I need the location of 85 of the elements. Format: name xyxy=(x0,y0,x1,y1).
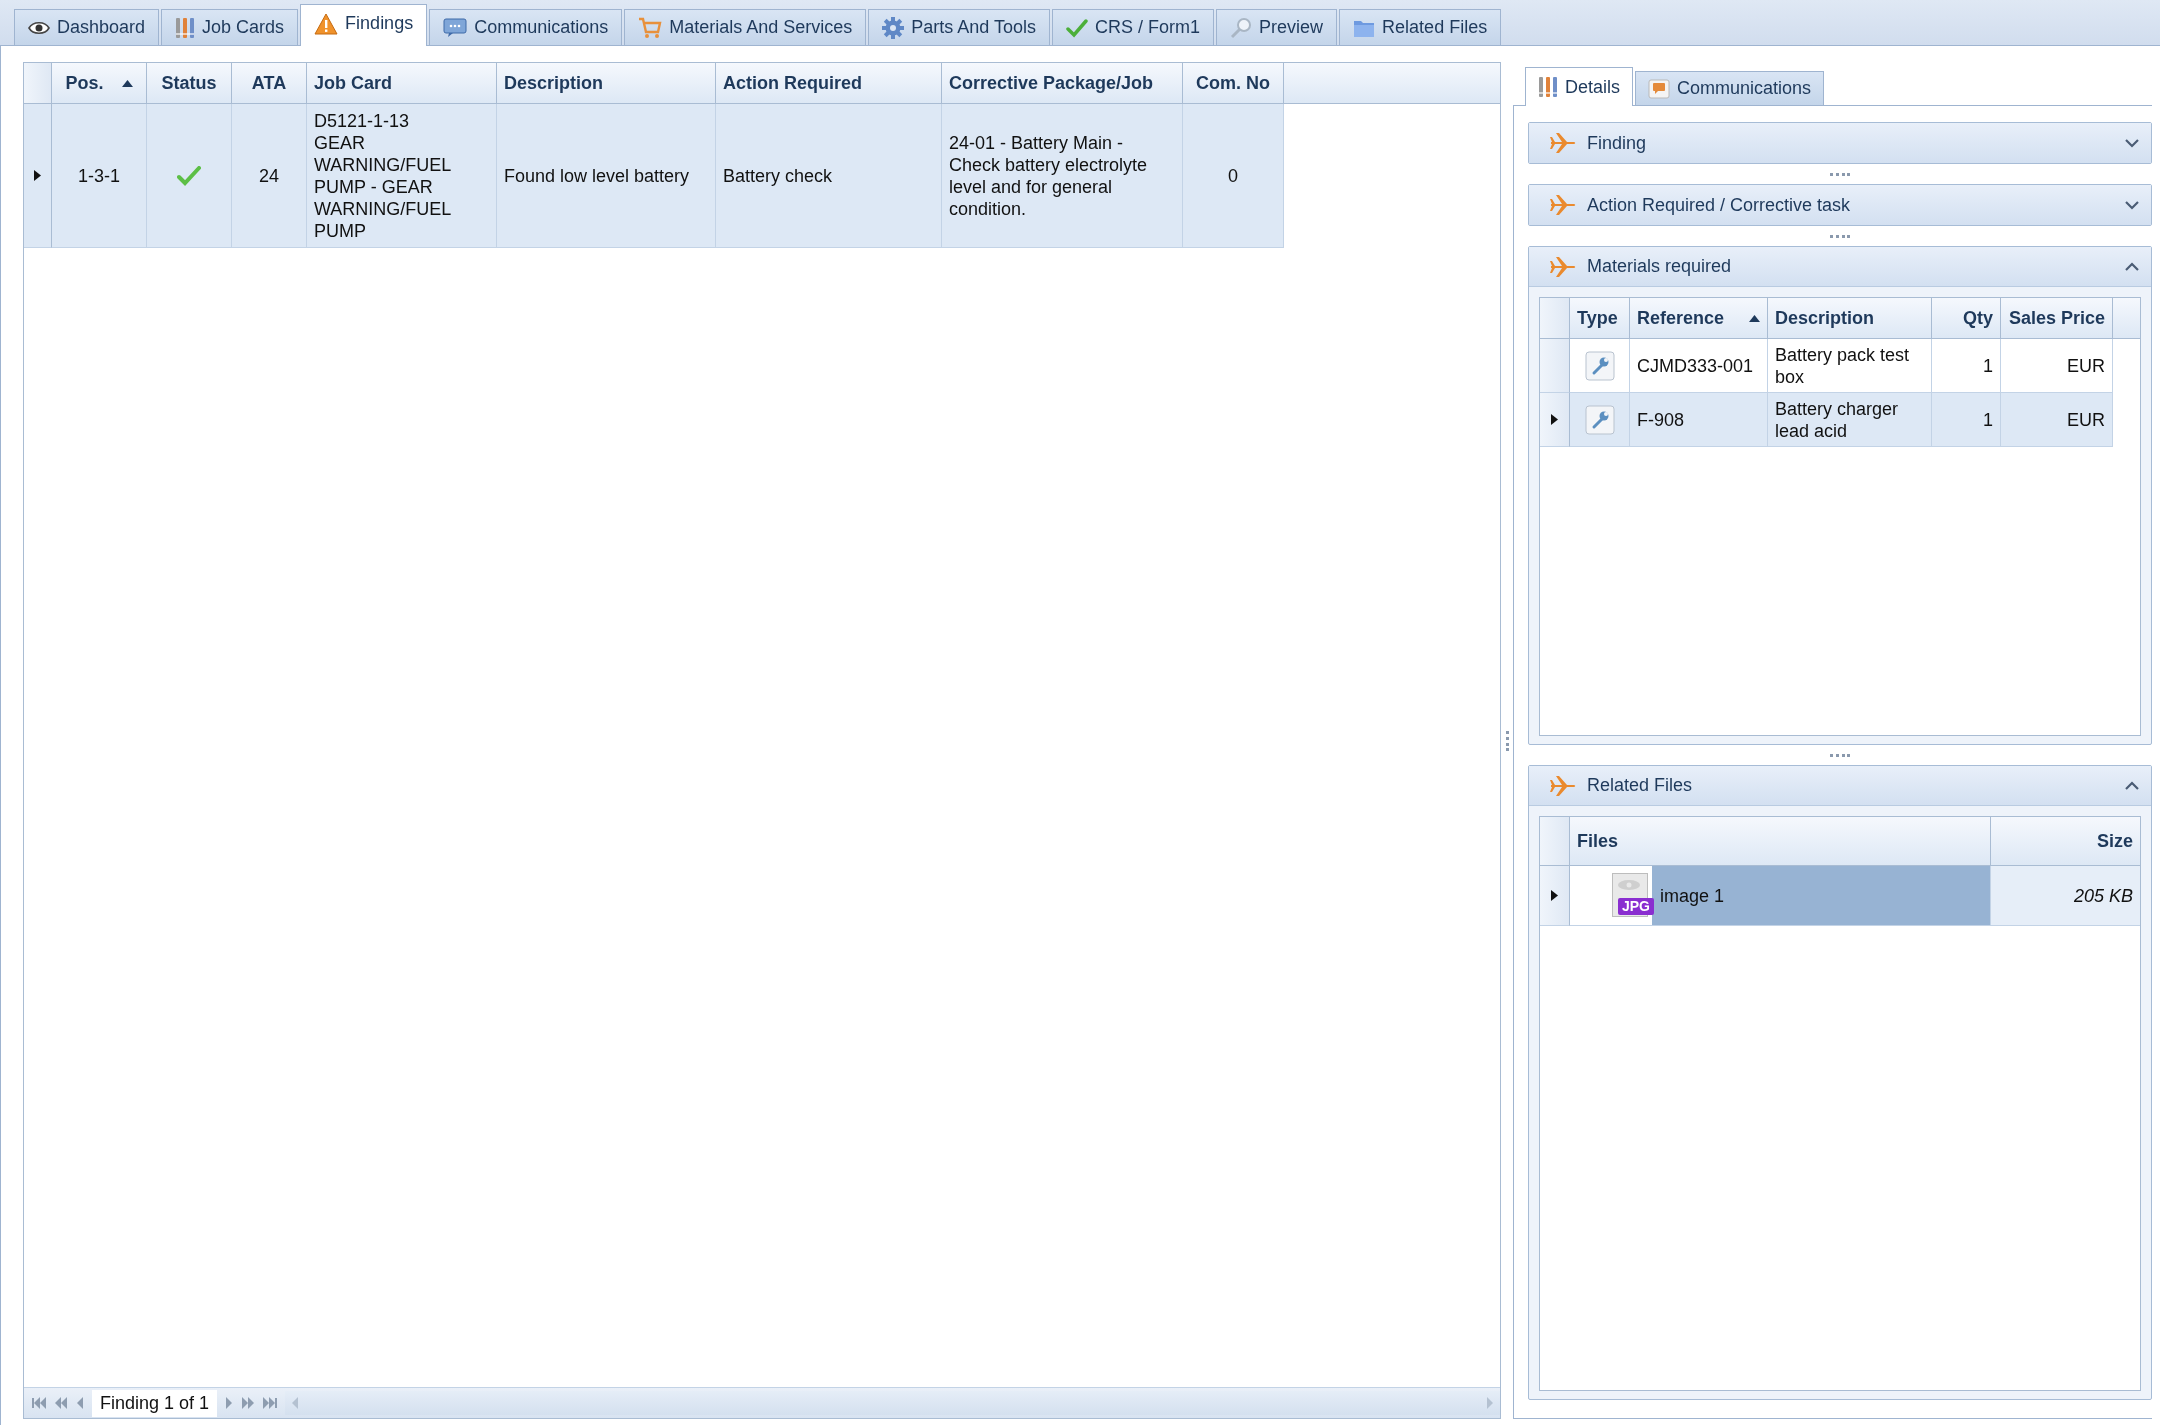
table-cell: 205 KB xyxy=(1991,866,2140,926)
sort-ascending-icon xyxy=(121,79,133,87)
warning-icon xyxy=(314,12,339,35)
next-page-button[interactable] xyxy=(241,1397,256,1409)
plane-icon xyxy=(1549,773,1577,798)
table-cell: F-908 xyxy=(1630,393,1768,447)
column-header: Size xyxy=(2095,829,2134,853)
current-row-icon xyxy=(1551,414,1558,425)
tab[interactable]: CRS / Form1 xyxy=(1052,9,1215,45)
column-header: Files xyxy=(1570,817,1991,865)
current-row-icon xyxy=(1551,890,1558,901)
splitter-grip[interactable] xyxy=(1505,730,1509,751)
search-icon xyxy=(1230,16,1253,39)
books-icon xyxy=(1538,76,1558,98)
plane-icon xyxy=(1549,131,1577,155)
last-page-button[interactable] xyxy=(263,1397,278,1409)
column-header[interactable]: Job Card xyxy=(307,63,497,103)
tab[interactable]: Job Cards xyxy=(161,9,299,45)
panel-header[interactable]: Related Files xyxy=(1529,766,2151,806)
column-header[interactable]: Description xyxy=(497,63,716,103)
next-button[interactable] xyxy=(225,1397,234,1409)
table-cell: Found low level battery xyxy=(497,104,716,248)
chat-icon xyxy=(443,17,468,38)
first-page-button[interactable] xyxy=(32,1397,46,1409)
column-header[interactable]: Qty xyxy=(1932,298,2001,338)
resize-grip[interactable] xyxy=(1830,753,1850,757)
table-cell: Battery pack test box xyxy=(1768,339,1932,393)
table-cell: 1 xyxy=(1932,339,2001,393)
previous-page-button[interactable] xyxy=(54,1397,68,1409)
check-icon xyxy=(1066,17,1089,38)
resize-grip[interactable] xyxy=(1830,172,1850,176)
eye-icon xyxy=(28,19,50,36)
panel-header[interactable]: Action Required / Corrective task xyxy=(1529,185,2151,225)
tab[interactable]: Parts And Tools xyxy=(868,9,1051,45)
plane-icon xyxy=(1549,254,1577,279)
tab[interactable]: Dashboard xyxy=(14,9,160,45)
table-cell: EUR xyxy=(2001,393,2113,447)
tab[interactable]: Materials And Services xyxy=(624,9,867,45)
expand-icon[interactable] xyxy=(2125,200,2139,210)
table-cell: 0 xyxy=(1183,104,1284,248)
column-header[interactable]: ATA xyxy=(232,63,307,103)
column-header[interactable]: Pos. xyxy=(52,63,147,103)
table-cell: D5121-1-13 GEAR WARNING/FUEL PUMP - GEAR WARNING/FUEL PUMP xyxy=(307,104,497,248)
column-header[interactable]: Sales Price xyxy=(2001,298,2113,338)
tab[interactable]: Preview xyxy=(1216,9,1338,45)
column-header[interactable]: Description xyxy=(1768,298,1932,338)
table-cell: Battery charger lead acid xyxy=(1768,393,1932,447)
wrench-icon[interactable] xyxy=(1584,404,1615,435)
record-counter: Finding 1 of 1 xyxy=(92,1389,218,1417)
current-row-icon xyxy=(34,170,41,181)
file-type-badge: JPG xyxy=(1618,897,1654,915)
table-cell: 1 xyxy=(1932,393,2001,447)
tab[interactable]: Communications xyxy=(1635,71,1825,105)
collapse-icon[interactable] xyxy=(2125,262,2139,271)
table-cell: 24 xyxy=(232,104,307,248)
tab[interactable]: Related Files xyxy=(1339,9,1502,45)
expand-icon[interactable] xyxy=(2125,138,2139,148)
scroll-right-icon[interactable] xyxy=(1486,1397,1494,1409)
wrench-icon[interactable] xyxy=(1584,350,1615,381)
collapse-icon[interactable] xyxy=(2125,781,2139,790)
tab[interactable]: Findings xyxy=(300,4,428,46)
cart-icon xyxy=(638,16,663,39)
books-icon xyxy=(175,16,196,39)
sort-ascending-icon xyxy=(1749,314,1760,322)
file-name[interactable]: image 1 xyxy=(1652,866,1990,925)
column-header[interactable]: Com. No xyxy=(1183,63,1284,103)
column-header[interactable]: Type xyxy=(1570,298,1630,338)
panel-header[interactable]: Materials required xyxy=(1529,247,2151,287)
table-cell: EUR xyxy=(2001,339,2113,393)
panel-header[interactable]: Finding xyxy=(1529,123,2151,163)
column-header[interactable]: Status xyxy=(147,63,232,103)
table-cell: CJMD333-001 xyxy=(1630,339,1768,393)
table-cell: 24-01 - Battery Main - Check battery electrolyte level and for general condition. xyxy=(942,104,1183,248)
speech-bubble-icon xyxy=(1648,78,1671,99)
tab[interactable]: Communications xyxy=(429,9,623,45)
column-header[interactable]: Corrective Package/Job xyxy=(942,63,1183,103)
tab[interactable]: Details xyxy=(1525,67,1634,106)
table-cell: Battery check xyxy=(716,104,942,248)
scroll-left-icon[interactable] xyxy=(291,1397,300,1409)
resize-grip[interactable] xyxy=(1830,234,1850,238)
column-header[interactable]: Action Required xyxy=(716,63,942,103)
previous-button[interactable] xyxy=(76,1397,84,1409)
plane-icon xyxy=(1549,193,1577,217)
column-header[interactable]: Reference xyxy=(1630,298,1768,338)
table-cell: 1-3-1 xyxy=(52,104,147,248)
